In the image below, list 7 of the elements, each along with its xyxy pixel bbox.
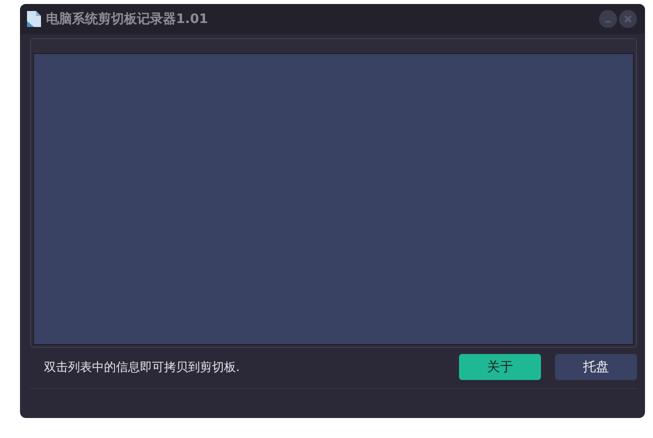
minimize-icon[interactable] <box>599 10 617 28</box>
close-icon[interactable] <box>619 10 637 28</box>
window-title: 电脑系统剪切板记录器1.01 <box>46 10 210 28</box>
document-icon <box>26 10 42 28</box>
action-button[interactable]: 托盘 <box>555 354 637 380</box>
action-button[interactable]: 关于 <box>459 354 541 380</box>
hint-text: 双击列表中的信息即可拷贝到剪切板. <box>44 358 241 376</box>
